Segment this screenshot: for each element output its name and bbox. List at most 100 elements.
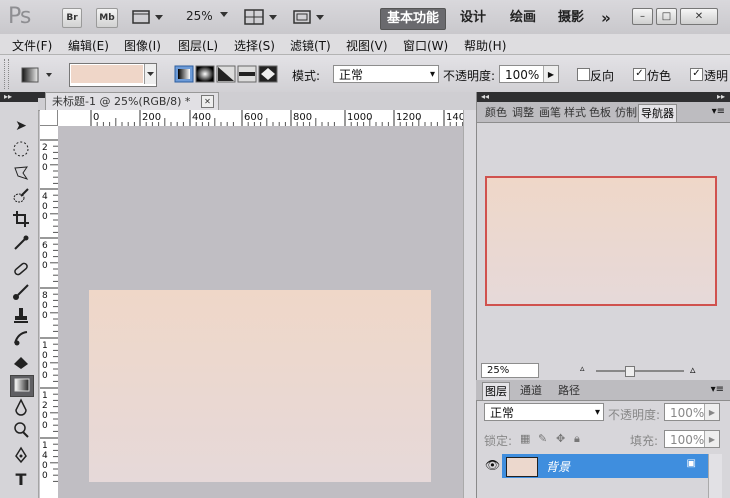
workspace-painting[interactable]: 绘画 [505,8,541,28]
eye-icon[interactable]: 👁︎ [485,458,500,472]
gradient-picker[interactable] [69,63,157,87]
maximize-icon[interactable]: □ [656,8,677,25]
layers-scrollbar[interactable] [708,454,722,498]
zoom-slider[interactable] [596,370,684,372]
layers-menu-icon[interactable]: ▾≡ [711,384,724,395]
view-extras-icon [132,10,163,24]
angle-gradient-button[interactable] [216,65,236,83]
pen-tool-icon[interactable] [10,446,32,466]
opacity-label: 不透明度: [443,69,496,83]
vertical-scrollbar[interactable] [463,110,477,498]
document-title: 未标题-1 @ 25%(RGB/8) * [52,95,191,108]
transparency-checkbox[interactable]: ✓ [690,68,703,81]
radial-gradient-button[interactable] [195,65,215,83]
fill-input[interactable]: 100% ▶ [664,430,720,448]
menu-file[interactable]: 文件(F) [12,37,52,54]
layer-opacity-arrow-icon[interactable]: ▶ [704,404,719,420]
document-tab[interactable]: 未标题-1 @ 25%(RGB/8) * ✕ [45,92,219,110]
zoom-level[interactable]: 25% [186,9,213,23]
workspace-essentials[interactable]: 基本功能 [380,8,446,30]
zoom-out-icon[interactable]: ▵ [580,364,585,374]
reflected-gradient-button[interactable] [237,65,257,83]
arrange-documents-button[interactable] [244,8,280,26]
tab-channels[interactable]: 通道 [518,382,544,399]
lock-all-icon[interactable]: 🔒︎ [574,432,580,446]
blur-tool-icon[interactable] [10,398,32,418]
tab-navigator[interactable]: 导航器 [638,104,677,122]
diamond-gradient-button[interactable] [258,65,278,83]
panel-menu-icon[interactable]: ▾≡ [712,106,725,117]
marquee-tool-icon[interactable] [10,140,32,160]
vertical-ruler-ticks: 200400600800100012001400 [40,139,58,482]
zoom-in-icon[interactable]: ▵ [690,363,696,376]
type-tool-icon[interactable]: T [10,470,32,490]
tools-collapse-icon[interactable]: ▸▸ [0,92,38,102]
gradient-tool-icon[interactable] [10,375,34,397]
healing-brush-tool-icon[interactable] [10,260,32,280]
more-workspaces-button[interactable]: » [596,8,616,28]
lock-pixels-icon[interactable]: ✎ [538,432,547,445]
tab-styles[interactable]: 样式 [562,104,588,121]
navigator-zoom-input[interactable]: 25% [481,363,539,378]
tab-layers[interactable]: 图层 [482,382,510,400]
bridge-button[interactable]: Br [62,8,82,28]
minimize-icon[interactable]: – [632,8,653,25]
dither-label: 仿色 [647,69,672,83]
menu-window[interactable]: 窗口(W) [403,37,448,54]
mode-select[interactable]: 正常 ▾ [333,65,439,83]
zoom-slider-handle[interactable] [625,366,635,377]
menu-select[interactable]: 选择(S) [234,37,275,54]
tool-preset-picker[interactable] [20,66,58,84]
screen-mode-button[interactable] [292,8,328,26]
zoom-dropdown-icon[interactable] [219,9,229,21]
menu-edit[interactable]: 编辑(E) [68,37,109,54]
layer-row-background[interactable]: 背景 ▣ [502,454,708,478]
ruler-origin[interactable] [40,110,58,126]
lasso-tool-icon[interactable] [10,164,32,184]
panel-expand-icon[interactable]: ▸▸ [717,92,725,102]
fill-arrow-icon[interactable]: ▶ [704,431,719,447]
panel-collapse-icon[interactable]: ◂◂ [481,92,489,102]
lock-transparent-icon[interactable]: ▦ [520,432,530,445]
navigator-thumbnail[interactable] [485,176,717,306]
document-canvas[interactable] [89,290,431,482]
tab-color[interactable]: 颜色 [483,104,509,121]
menu-filter[interactable]: 滤镜(T) [290,37,331,54]
layer-visibility-cell[interactable]: 👁︎ [482,454,502,478]
brush-tool-icon[interactable] [10,283,32,303]
vruler-label: 0 [42,261,48,271]
opacity-slider-arrow-icon[interactable]: ▶ [543,66,558,82]
clone-stamp-tool-icon[interactable] [10,306,32,326]
mini-bridge-button[interactable]: Mb [96,8,118,28]
menu-help[interactable]: 帮助(H) [464,37,506,54]
reverse-checkbox[interactable] [577,68,590,81]
menu-view[interactable]: 视图(V) [346,37,388,54]
tab-brushes[interactable]: 画笔 [537,104,563,121]
dither-checkbox[interactable]: ✓ [633,68,646,81]
tab-adjustments[interactable]: 调整 [510,104,536,121]
linear-gradient-button[interactable] [174,65,194,83]
view-extras-button[interactable] [132,8,164,26]
move-tool-icon[interactable]: ➤ [10,116,32,136]
history-brush-tool-icon[interactable] [10,329,32,349]
menu-image[interactable]: 图像(I) [124,37,161,54]
blend-mode-select[interactable]: 正常 ▾ [484,403,604,421]
workspace-photography[interactable]: 摄影 [553,8,589,28]
close-document-icon[interactable]: ✕ [201,95,214,108]
workspace-design[interactable]: 设计 [455,8,491,28]
crop-tool-icon[interactable] [10,210,32,230]
quick-selection-tool-icon[interactable] [10,187,32,207]
close-window-icon[interactable]: ✕ [680,8,718,25]
tab-paths[interactable]: 路径 [556,382,582,399]
tab-swatches[interactable]: 色板 [587,104,613,121]
gradient-dropdown-icon[interactable] [144,64,156,84]
menu-layer[interactable]: 图层(L) [178,37,218,54]
opacity-input[interactable]: 100% ▶ [499,65,559,83]
lock-position-icon[interactable]: ✥ [556,432,565,445]
dodge-tool-icon[interactable] [10,421,32,441]
layer-opacity-input[interactable]: 100% ▶ [664,403,720,421]
tab-clone-source[interactable]: 仿制 [613,104,639,121]
options-grip[interactable] [4,59,9,89]
eyedropper-tool-icon[interactable] [10,234,32,254]
eraser-tool-icon[interactable] [10,352,32,372]
